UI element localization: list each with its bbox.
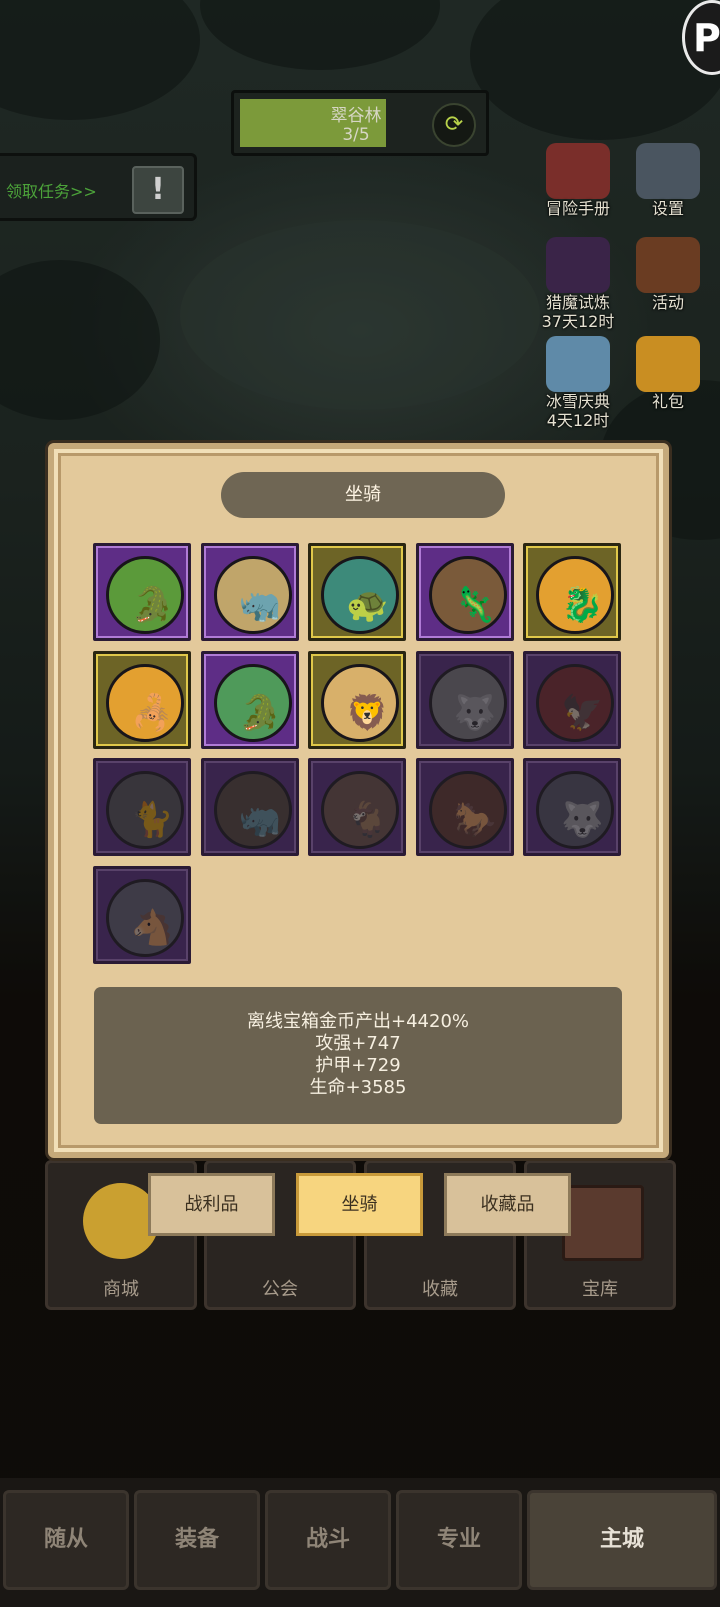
mount-creature-icon: 🐉 [561, 585, 604, 625]
hub-shop-label: 商城 [103, 1279, 139, 1300]
stat-line: 生命+3585 [309, 1077, 407, 1098]
mount-portrait: 🦅 [536, 663, 614, 742]
modal-title: 坐骑 [221, 472, 505, 518]
mount-creature-icon: 🦅 [561, 692, 604, 733]
stat-line: 护甲+729 [315, 1055, 401, 1076]
mount-slot[interactable]: 🦏 [200, 758, 299, 856]
mount-slot[interactable]: 🐎 [415, 758, 514, 856]
side-icon-label: 活动 [651, 293, 684, 312]
mount-portrait: 🐊 [213, 663, 292, 742]
stat-line: 攻强+747 [315, 1033, 401, 1054]
mount-creature-icon: 🦁 [346, 692, 389, 733]
mount-creature-icon: 🦂 [131, 692, 174, 733]
nav-battle[interactable]: 战斗 [265, 1490, 391, 1590]
settings-icon [636, 143, 700, 199]
mount-slot[interactable]: 🐊 [200, 650, 299, 749]
mount-portrait: 🐴 [106, 878, 184, 957]
side-icon-label: 冒险手册 [545, 199, 610, 218]
side-icon-timer: 4天12时 [546, 411, 610, 430]
mount-portrait: 🐢 [321, 556, 399, 634]
mount-creature-icon: 🐎 [453, 800, 496, 840]
activity-icon [636, 237, 700, 293]
ice-snow-festival-icon [546, 336, 610, 392]
p-icon: P [693, 16, 720, 60]
exclamation-icon[interactable]: ! [132, 166, 184, 214]
mount-slot[interactable]: 🐢 [308, 543, 406, 641]
hub-treasury-label: 宝库 [582, 1279, 618, 1300]
mount-creature-icon: 🐊 [238, 692, 281, 733]
mount-slot[interactable]: 🦁 [308, 650, 406, 749]
side-icon-adventure-manual[interactable]: 冒险手册 [533, 143, 623, 233]
mount-slot[interactable]: 🦎 [415, 543, 514, 641]
quest-bar[interactable]: 领取任务>> ! [0, 153, 197, 221]
mount-portrait: 🐎 [428, 771, 507, 849]
side-icon-label: 礼包 [651, 392, 684, 411]
mount-creature-icon: 🐴 [131, 907, 174, 948]
mount-portrait: 🐊 [106, 556, 184, 634]
mount-creature-icon: 🐢 [346, 585, 389, 625]
mount-portrait: 🦁 [321, 663, 399, 742]
side-icon-label: 冰雪庆典 [545, 392, 610, 411]
mount-creature-icon: 🦏 [238, 585, 281, 625]
chest-icon [562, 1185, 644, 1261]
mount-portrait: 🦂 [106, 663, 184, 742]
mount-portrait: 🐉 [536, 556, 614, 634]
mount-slot[interactable]: 🐺 [523, 758, 621, 856]
mount-portrait: 🦏 [213, 556, 292, 634]
side-icon-settings[interactable]: 设置 [623, 143, 713, 233]
mount-slot[interactable]: 🐈 [93, 758, 191, 856]
mount-slot[interactable]: 🐉 [523, 543, 621, 641]
quest-label: 领取任务>> [6, 182, 97, 201]
side-icon-demon-trial[interactable]: 猎魔试炼 37天12时 [533, 237, 623, 331]
mount-creature-icon: 🐈 [131, 800, 174, 840]
mount-portrait: 🐺 [428, 663, 507, 742]
mount-slot[interactable]: 🦂 [93, 650, 191, 749]
cycle-arrows-icon[interactable]: ⟳ [432, 103, 476, 147]
mount-stats-panel: 离线宝箱金币产出+4420% 攻强+747 护甲+729 生命+3585 [94, 987, 622, 1124]
zone-progress-bar[interactable]: 翠谷林 3/5 ⟳ [231, 90, 489, 156]
side-icon-timer: 37天12时 [541, 312, 615, 331]
mount-slot[interactable]: 🐊 [93, 543, 191, 641]
mount-creature-icon: 🐐 [346, 800, 389, 840]
hub-collection-label: 收藏 [422, 1279, 458, 1300]
tab-loot[interactable]: 战利品 [148, 1173, 275, 1236]
side-icon-label: 猎魔试炼 [545, 293, 610, 312]
side-icon-label: 设置 [651, 199, 684, 218]
mount-slot[interactable]: 🐺 [415, 650, 514, 749]
mount-slot[interactable]: 🐴 [93, 865, 191, 964]
gift-pack-icon [636, 336, 700, 392]
mount-creature-icon: 🐺 [561, 800, 604, 840]
mount-portrait: 🦎 [428, 556, 507, 634]
mount-creature-icon: 🦏 [238, 800, 281, 840]
mount-slot[interactable]: 🦏 [200, 543, 299, 641]
nav-equipment[interactable]: 装备 [134, 1490, 260, 1590]
mount-portrait: 🦏 [213, 771, 292, 849]
mount-portrait: 🐐 [321, 771, 399, 849]
demon-trial-icon [546, 237, 610, 293]
mount-slot[interactable]: 🐐 [308, 758, 406, 856]
mount-portrait: 🐺 [536, 771, 614, 849]
nav-followers[interactable]: 随从 [3, 1490, 129, 1590]
side-icon-gift-pack[interactable]: 礼包 [623, 336, 713, 426]
mount-creature-icon: 🐺 [453, 692, 496, 733]
adventure-manual-icon [546, 143, 610, 199]
side-icon-activity[interactable]: 活动 [623, 237, 713, 327]
mount-slot[interactable]: 🦅 [523, 650, 621, 749]
tab-mount[interactable]: 坐骑 [296, 1173, 423, 1236]
stat-line: 离线宝箱金币产出+4420% [247, 1011, 469, 1032]
hub-guild-label: 公会 [262, 1279, 298, 1300]
nav-main-city[interactable]: 主城 [527, 1490, 717, 1590]
mount-modal: 坐骑 🐊 🦏 🐢 🦎 🐉 🦂 🐊 🦁 🐺 🦅 🐈 🦏 🐐 🐎 🐺 🐴 离线宝箱金币产出+4420% 攻强+74… [48, 443, 669, 1158]
mount-portrait: 🐈 [106, 771, 184, 849]
nav-profession[interactable]: 专业 [396, 1490, 522, 1590]
side-icon-ice-snow-festival[interactable]: 冰雪庆典 4天12时 [533, 336, 623, 430]
tab-collectibles[interactable]: 收藏品 [444, 1173, 571, 1236]
mount-creature-icon: 🦎 [453, 585, 496, 625]
mount-creature-icon: 🐊 [131, 585, 174, 625]
